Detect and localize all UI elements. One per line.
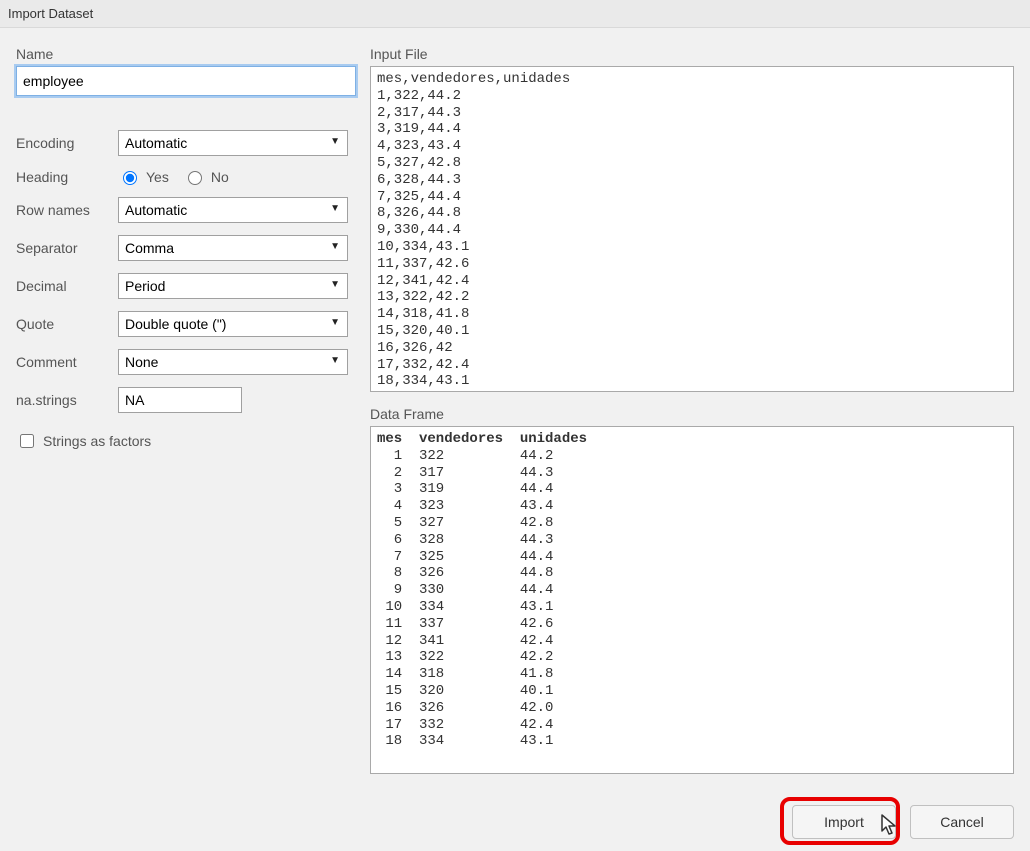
heading-yes-label: Yes [146,169,169,185]
quote-label: Quote [16,316,110,332]
name-input[interactable] [16,66,356,96]
separator-label: Separator [16,240,110,256]
quote-row: Quote Double quote (") [16,311,356,337]
name-block: Name [16,46,356,96]
encoding-row: Encoding Automatic [16,130,356,156]
decimal-label: Decimal [16,278,110,294]
heading-no-label: No [211,169,229,185]
button-row: Import Cancel [0,791,1030,851]
cancel-button[interactable]: Cancel [910,805,1014,839]
heading-no-radio-wrap[interactable]: No [183,168,229,185]
window-title: Import Dataset [0,0,1030,28]
separator-select[interactable]: Comma [118,235,348,261]
separator-row: Separator Comma [16,235,356,261]
input-file-label: Input File [370,46,1014,62]
strings-as-factors-row[interactable]: Strings as factors [16,431,356,451]
heading-label: Heading [16,169,110,185]
import-dataset-window: Import Dataset Name Encoding Automatic H… [0,0,1030,851]
input-file-preview[interactable]: mes,vendedores,unidades 1,322,44.2 2,317… [370,66,1014,392]
rownames-row: Row names Automatic [16,197,356,223]
heading-yes-radio[interactable] [123,171,137,185]
comment-select[interactable]: None [118,349,348,375]
rownames-label: Row names [16,202,110,218]
rownames-select[interactable]: Automatic [118,197,348,223]
decimal-select[interactable]: Period [118,273,348,299]
encoding-select[interactable]: Automatic [118,130,348,156]
options-panel: Name Encoding Automatic Heading Yes [16,46,356,791]
nastrings-input[interactable] [118,387,242,413]
decimal-row: Decimal Period [16,273,356,299]
dialog-content: Name Encoding Automatic Heading Yes [0,28,1030,791]
import-button[interactable]: Import [792,805,896,839]
preview-panel: Input File mes,vendedores,unidades 1,322… [370,46,1014,791]
nastrings-row: na.strings [16,387,356,413]
name-label: Name [16,46,356,62]
heading-row: Heading Yes No [16,168,356,185]
data-frame-preview[interactable]: mes vendedores unidades 1 322 44.2 2 317… [370,426,1014,774]
comment-label: Comment [16,354,110,370]
strings-as-factors-label: Strings as factors [43,433,151,449]
encoding-label: Encoding [16,135,110,151]
comment-row: Comment None [16,349,356,375]
data-frame-label: Data Frame [370,406,1014,422]
nastrings-label: na.strings [16,392,110,408]
quote-select[interactable]: Double quote (") [118,311,348,337]
heading-no-radio[interactable] [188,171,202,185]
strings-as-factors-checkbox[interactable] [20,434,34,448]
heading-yes-radio-wrap[interactable]: Yes [118,168,169,185]
